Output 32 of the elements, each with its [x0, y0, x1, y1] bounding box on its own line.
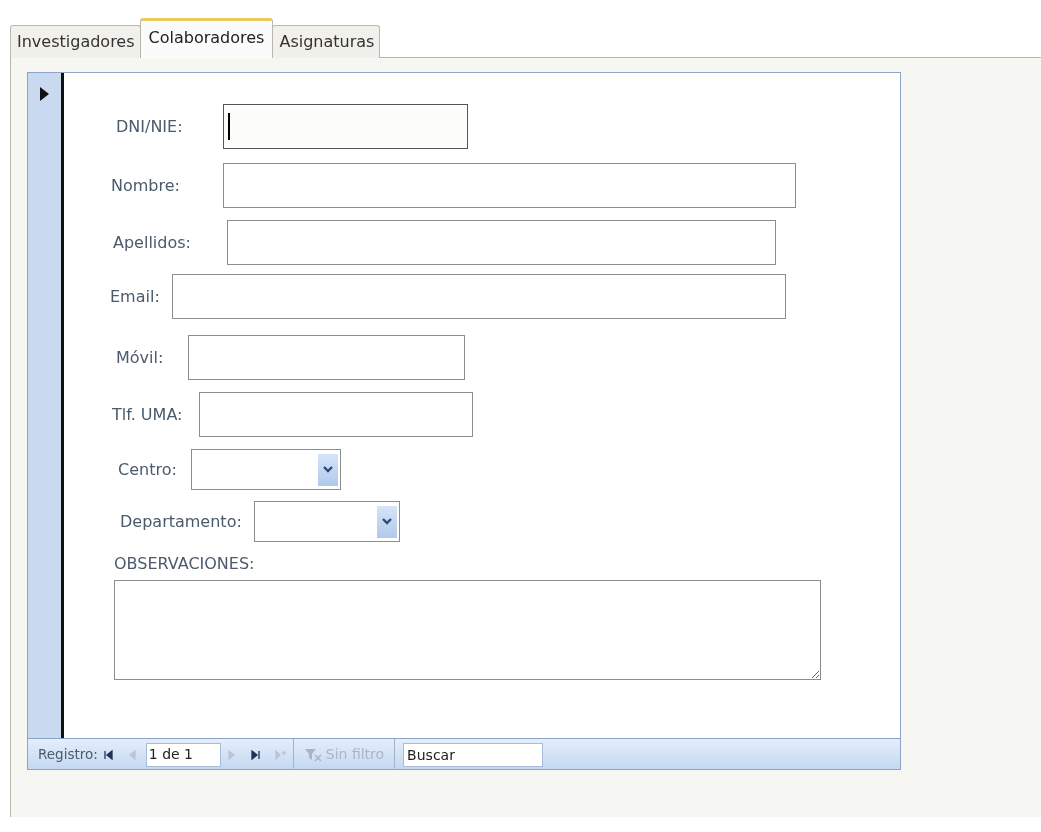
field-label: Centro: [118, 458, 177, 481]
input-field[interactable] [226, 220, 776, 265]
dropdown-chevron-icon [381, 518, 392, 525]
input-field[interactable] [222, 104, 468, 149]
navigation-label: Registro: [38, 745, 98, 765]
field-label: Apellidos: [113, 231, 191, 254]
record-selector[interactable] [28, 73, 64, 738]
search-field[interactable]: Buscar [403, 742, 544, 767]
field-label: Email: [110, 285, 160, 308]
field-label: Móvil: [116, 346, 164, 369]
field-label: Tlf. UMA: [112, 403, 183, 426]
field-label: Nombre: [111, 174, 180, 197]
tab[interactable]: Asignaturas [272, 25, 381, 58]
input-field[interactable] [188, 335, 466, 380]
tab[interactable]: Investigadores [10, 25, 141, 58]
field-label: Departamento: [120, 510, 242, 533]
new-record-icon [274, 749, 287, 760]
field-label: OBSERVACIONES: [114, 554, 255, 573]
last-record-icon [250, 749, 263, 760]
current-record-icon [40, 86, 49, 101]
dropdown-chevron-icon [322, 466, 333, 473]
combo-box[interactable] [253, 501, 400, 542]
field-label: DNI/NIE: [116, 115, 183, 138]
first-record-icon [103, 749, 116, 760]
input-field[interactable] [199, 392, 474, 437]
filter-funnel-icon [303, 747, 322, 762]
input-field[interactable] [171, 274, 786, 319]
text-area[interactable] [114, 580, 821, 680]
input-field[interactable] [222, 163, 796, 208]
record-position-field[interactable]: 1 de 1 [145, 742, 221, 767]
tab[interactable]: Colaboradores [139, 18, 274, 58]
combo-box[interactable] [190, 449, 341, 490]
